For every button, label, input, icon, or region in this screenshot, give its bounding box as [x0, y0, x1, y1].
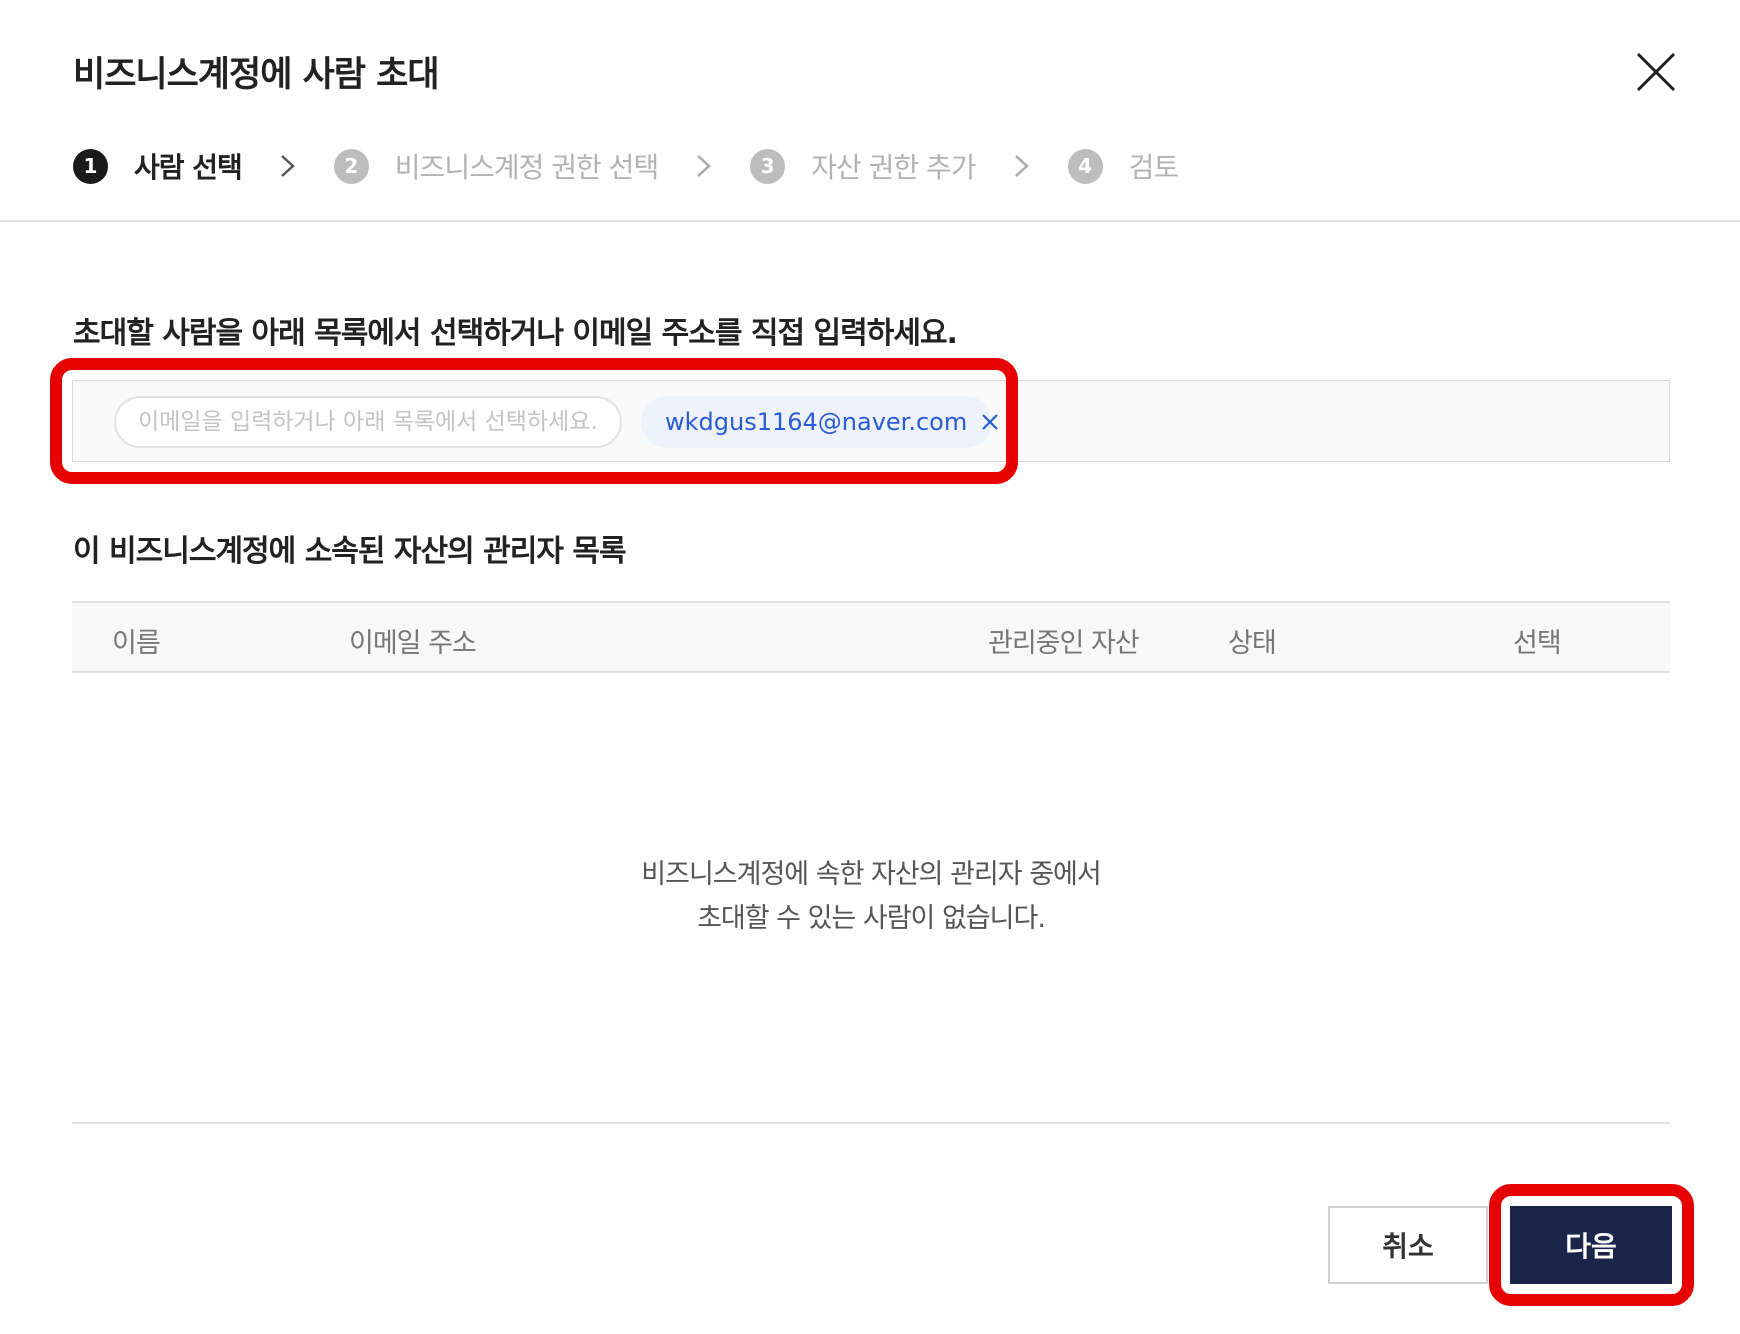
- column-header-assets: 관리중인 자산: [988, 628, 1140, 659]
- invite-dialog: 비즈니스계정에 사람 초대 1 사람 선택 2 비즈니스계정 권한 선택 3 자…: [0, 0, 1740, 1334]
- next-button[interactable]: 다음: [1510, 1206, 1672, 1284]
- step-review: 4 검토: [1067, 146, 1180, 186]
- close-icon: [1636, 52, 1676, 92]
- empty-state-line: 비즈니스계정에 속한 자산의 관리자 중에서: [641, 859, 1101, 890]
- chip-email-text: wkdgus1164@naver.com: [665, 408, 968, 436]
- step-number: 4: [1067, 148, 1103, 184]
- admin-table-header: 이름 이메일 주소 관리중인 자산 상태 선택: [72, 601, 1670, 673]
- step-number: 2: [333, 148, 369, 184]
- chevron-right-icon: [692, 152, 716, 180]
- step-select-person: 1 사람 선택: [73, 146, 243, 186]
- step-label: 자산 권한 추가: [811, 151, 976, 184]
- step-label: 사람 선택: [134, 151, 243, 184]
- close-icon: [982, 414, 999, 430]
- cancel-button[interactable]: 취소: [1328, 1206, 1488, 1284]
- invite-instruction: 초대할 사람을 아래 목록에서 선택하거나 이메일 주소를 직접 입력하세요.: [73, 316, 958, 351]
- admin-list-title: 이 비즈니스계정에 소속된 자산의 관리자 목록: [73, 534, 627, 569]
- email-chip: wkdgus1164@naver.com: [641, 396, 999, 448]
- column-header-status: 상태: [1228, 628, 1277, 659]
- column-header-select: 선택: [1513, 628, 1562, 659]
- header-divider: [0, 220, 1740, 222]
- empty-state-line: 초대할 수 있는 사람이 없습니다.: [697, 903, 1046, 934]
- empty-state-message: 비즈니스계정에 속한 자산의 관리자 중에서 초대할 수 있는 사람이 없습니다…: [72, 853, 1670, 941]
- chip-remove-button[interactable]: [979, 411, 1001, 433]
- step-label: 검토: [1128, 151, 1180, 184]
- column-header-name: 이름: [112, 628, 161, 659]
- close-button[interactable]: [1632, 48, 1680, 96]
- table-bottom-divider: [72, 1122, 1670, 1124]
- stepper: 1 사람 선택 2 비즈니스계정 권한 선택 3 자산 권한 추가 4 검토: [73, 144, 1180, 188]
- email-input[interactable]: [114, 396, 622, 448]
- column-header-email: 이메일 주소: [349, 628, 477, 659]
- step-asset-permission: 3 자산 권한 추가: [750, 146, 977, 186]
- step-business-permission: 2 비즈니스계정 권한 선택: [333, 146, 659, 186]
- chevron-right-icon: [276, 152, 300, 180]
- chevron-right-icon: [1010, 152, 1034, 180]
- step-number: 1: [73, 148, 108, 184]
- step-number: 3: [750, 148, 786, 184]
- dialog-title: 비즈니스계정에 사람 초대: [73, 55, 440, 95]
- step-label: 비즈니스계정 권한 선택: [394, 151, 659, 184]
